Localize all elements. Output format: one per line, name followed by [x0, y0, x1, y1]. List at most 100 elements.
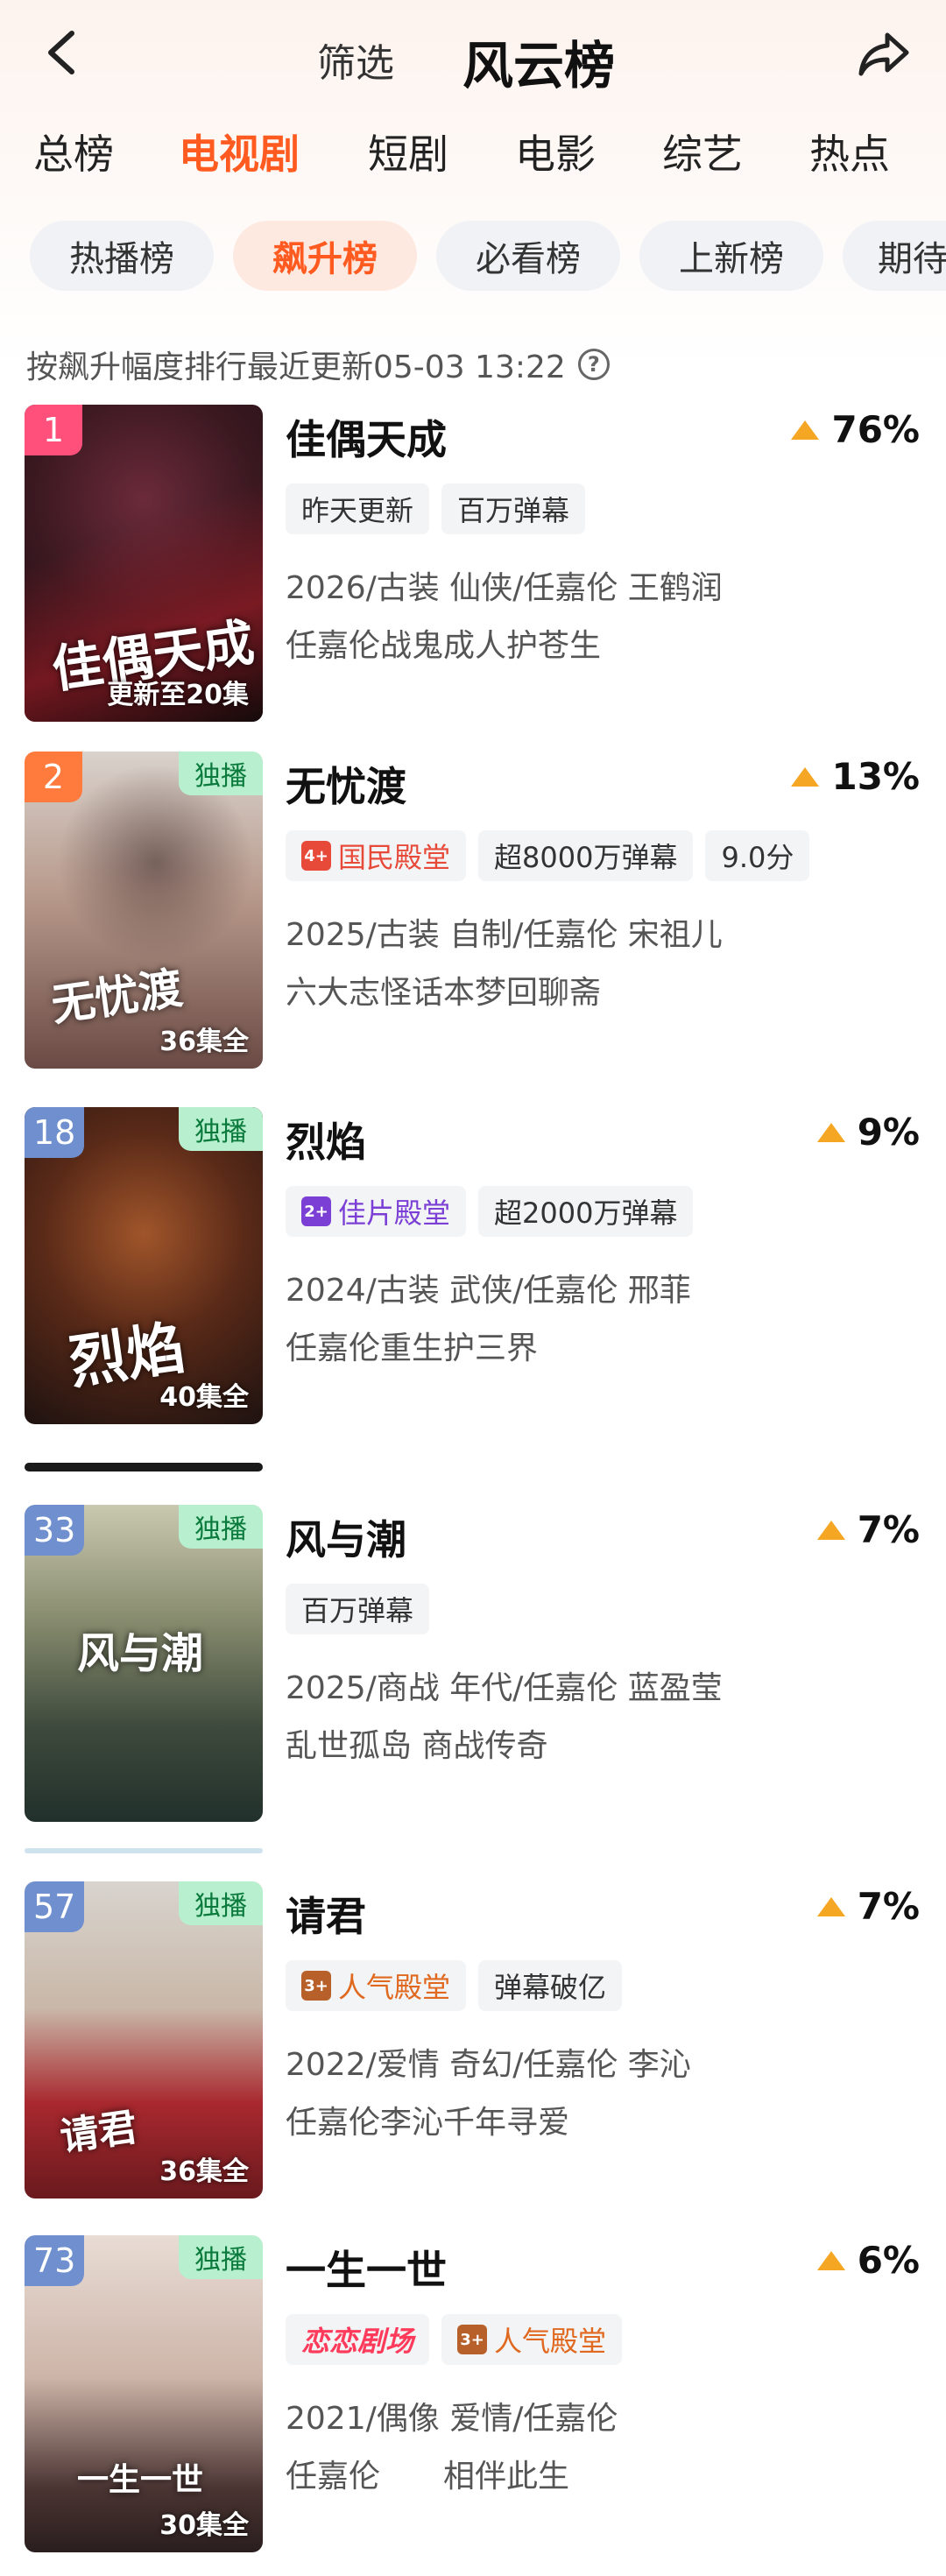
- tab-movie[interactable]: 电影: [515, 123, 596, 180]
- hall-tag: 2+ 佳片殿堂: [286, 1186, 467, 1237]
- trend-percent: 13%: [831, 755, 920, 798]
- hall-badge-icon: 3+: [457, 2325, 488, 2354]
- drama-description: 任嘉伦重生护三界: [286, 1330, 539, 1366]
- exclusive-badge: 独播: [179, 1505, 263, 1549]
- hall-tag: 3+ 人气殿堂: [286, 1960, 467, 2011]
- exclusive-badge: 独播: [179, 2235, 263, 2279]
- tab-tv-series[interactable]: 电视剧: [179, 123, 300, 180]
- drama-meta: 2024/古装 武侠/任嘉伦 邢菲: [286, 1273, 691, 1309]
- trend-up-icon: [791, 766, 820, 787]
- drama-description: 任嘉伦 相伴此生: [286, 2459, 570, 2495]
- drama-title[interactable]: 一生一世: [286, 2239, 447, 2297]
- episode-count: 30集全: [159, 2510, 249, 2541]
- drama-title[interactable]: 请君: [286, 1885, 366, 1943]
- poster-image[interactable]: 一生一世 73 独播 30集全: [25, 2235, 263, 2552]
- trend-percent: 76%: [831, 408, 920, 451]
- poster-image[interactable]: 佳偶天成 1 更新至20集: [25, 405, 263, 722]
- trend-up-icon: [816, 1122, 845, 1142]
- tab-overall[interactable]: 总榜: [33, 123, 114, 180]
- tag: 弹幕破亿: [478, 1960, 623, 2011]
- list-item[interactable]: 一生一世 73 独播 30集全 一生一世 6% 恋恋剧场 3+ 人气殿堂 202…: [0, 2235, 946, 2568]
- exclusive-badge: 独播: [179, 752, 263, 795]
- exclusive-badge: 独播: [179, 1107, 263, 1151]
- drama-description: 六大志怪话本梦回聊斋: [286, 975, 602, 1011]
- hall-tag: 3+ 人气殿堂: [441, 2314, 623, 2365]
- hall-tag-label: 人气殿堂: [338, 1971, 451, 2004]
- trend-indicator: 7%: [816, 1508, 920, 1551]
- drama-title[interactable]: 无忧渡: [286, 755, 406, 813]
- list-item[interactable]: 烈焰 18 独播 40集全 烈焰 9% 2+ 佳片殿堂 超2000万弹幕 202…: [0, 1107, 946, 1440]
- trend-indicator: 76%: [791, 408, 920, 451]
- list-item[interactable]: 请君 57 独播 36集全 请君 7% 3+ 人气殿堂 弹幕破亿 2022/爱情…: [0, 1881, 946, 2214]
- filter-button[interactable]: 筛选: [317, 32, 394, 88]
- tag-row: 百万弹幕: [286, 1584, 441, 1636]
- share-button[interactable]: [857, 26, 911, 81]
- list-item[interactable]: 风与潮 33 独播 风与潮 7% 百万弹幕 2025/商战 年代/任嘉伦 蓝盈莹…: [0, 1505, 946, 1838]
- drama-description: 乱世孤岛 商战传奇: [286, 1728, 548, 1764]
- poster-image[interactable]: 无忧渡 2 独播 36集全: [25, 752, 263, 1069]
- back-button[interactable]: [35, 26, 88, 79]
- trend-percent: 9%: [857, 1111, 920, 1154]
- subtab-rising[interactable]: 飙升榜: [233, 221, 417, 291]
- tag: 百万弹幕: [286, 1584, 430, 1634]
- trend-indicator: 9%: [816, 1111, 920, 1154]
- poster-image[interactable]: 请君 57 独播 36集全: [25, 1881, 263, 2198]
- episode-count: 更新至20集: [107, 680, 249, 710]
- exclusive-badge: 独播: [179, 1881, 263, 1925]
- rank-badge: 18: [25, 1107, 85, 1158]
- poster-divider: [25, 1463, 263, 1471]
- rank-badge: 2: [25, 752, 82, 802]
- subtab-new[interactable]: 上新榜: [639, 221, 823, 291]
- share-icon: [858, 32, 909, 76]
- trend-up-icon: [816, 2250, 845, 2270]
- update-note-text: 按飙升幅度排行最近更新05-03 13:22: [26, 349, 566, 385]
- poster-title-art: 请君: [57, 2105, 140, 2160]
- tag: 百万弹幕: [441, 483, 586, 534]
- tab-trending[interactable]: 热点: [809, 123, 890, 180]
- tag-row: 恋恋剧场 3+ 人气殿堂: [286, 2314, 634, 2367]
- trend-up-icon: [816, 1520, 845, 1540]
- drama-title[interactable]: 烈焰: [286, 1111, 366, 1168]
- hall-badge-icon: 3+: [301, 1971, 331, 2001]
- hall-badge-icon: 4+: [301, 841, 331, 871]
- drama-description: 任嘉伦战鬼成人护苍生: [286, 628, 602, 664]
- poster-title-art: 风与潮: [77, 1629, 204, 1678]
- hall-tag-label: 国民殿堂: [338, 841, 451, 874]
- drama-description: 任嘉伦李沁千年寻爱: [286, 2105, 570, 2141]
- list-item[interactable]: 无忧渡 2 独播 36集全 无忧渡 13% 4+ 国民殿堂 超8000万弹幕 9…: [0, 752, 946, 1084]
- subtab-must-watch[interactable]: 必看榜: [436, 221, 620, 291]
- tag-row: 昨天更新 百万弹幕: [286, 483, 597, 536]
- hall-badge-icon: 2+: [301, 1196, 331, 1226]
- trend-up-icon: [816, 1896, 845, 1916]
- sub-tabs: 热播榜 飙升榜 必看榜 上新榜 期待: [0, 221, 946, 294]
- trend-percent: 7%: [857, 1508, 920, 1551]
- hall-tag: 4+ 国民殿堂: [286, 830, 467, 881]
- rank-badge: 57: [25, 1881, 85, 1932]
- hall-tag-label: 人气殿堂: [494, 2325, 607, 2358]
- tag: 超2000万弹幕: [478, 1186, 694, 1237]
- tag: 昨天更新: [286, 483, 430, 534]
- poster-image[interactable]: 风与潮 33 独播: [25, 1505, 263, 1822]
- info-icon[interactable]: ?: [577, 349, 610, 380]
- tab-short-drama[interactable]: 短剧: [368, 123, 448, 180]
- subtab-anticipated[interactable]: 期待: [843, 221, 946, 291]
- rank-badge: 73: [25, 2235, 85, 2286]
- drama-title[interactable]: 佳偶天成: [286, 408, 447, 466]
- subtab-hot[interactable]: 热播榜: [30, 221, 214, 291]
- trend-indicator: 13%: [791, 755, 920, 798]
- tab-variety[interactable]: 综艺: [662, 123, 743, 180]
- drama-meta: 2025/古装 自制/任嘉伦 宋祖儿: [286, 917, 723, 953]
- poster-divider: [25, 1848, 263, 1853]
- trend-indicator: 6%: [816, 2239, 920, 2282]
- trend-percent: 6%: [857, 2239, 920, 2282]
- poster-image[interactable]: 烈焰 18 独播 40集全: [25, 1107, 263, 1424]
- update-note: 按飙升幅度排行最近更新05-03 13:22 ?: [26, 342, 610, 387]
- tag-row: 3+ 人气殿堂 弹幕破亿: [286, 1960, 634, 2013]
- list-item[interactable]: 佳偶天成 1 更新至20集 佳偶天成 76% 昨天更新 百万弹幕 2026/古装…: [0, 405, 946, 738]
- drama-meta: 2021/偶像 爱情/任嘉伦: [286, 2401, 618, 2437]
- chevron-left-icon: [48, 31, 74, 74]
- episode-count: 36集全: [159, 2156, 249, 2187]
- tag-row: 4+ 国民殿堂 超8000万弹幕 9.0分: [286, 830, 822, 883]
- drama-title[interactable]: 风与潮: [286, 1508, 406, 1566]
- episode-count: 36集全: [159, 1027, 249, 1057]
